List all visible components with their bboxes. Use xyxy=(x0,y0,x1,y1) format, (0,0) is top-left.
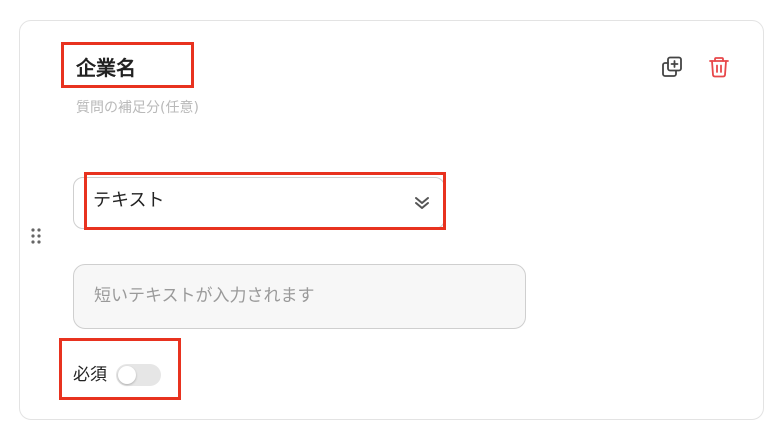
duplicate-icon xyxy=(662,56,682,77)
drag-handle[interactable] xyxy=(29,226,43,246)
highlight-box-title xyxy=(61,42,194,88)
duplicate-button[interactable] xyxy=(659,54,685,80)
trash-icon xyxy=(709,57,729,78)
delete-button[interactable] xyxy=(706,54,732,80)
highlight-box-required xyxy=(59,338,181,400)
question-subtitle[interactable]: 質問の補足分(任意) xyxy=(76,98,199,118)
highlight-box-select xyxy=(84,172,446,230)
answer-placeholder: 短いテキストが入力されます xyxy=(94,286,315,306)
drag-handle-icon xyxy=(31,228,41,244)
